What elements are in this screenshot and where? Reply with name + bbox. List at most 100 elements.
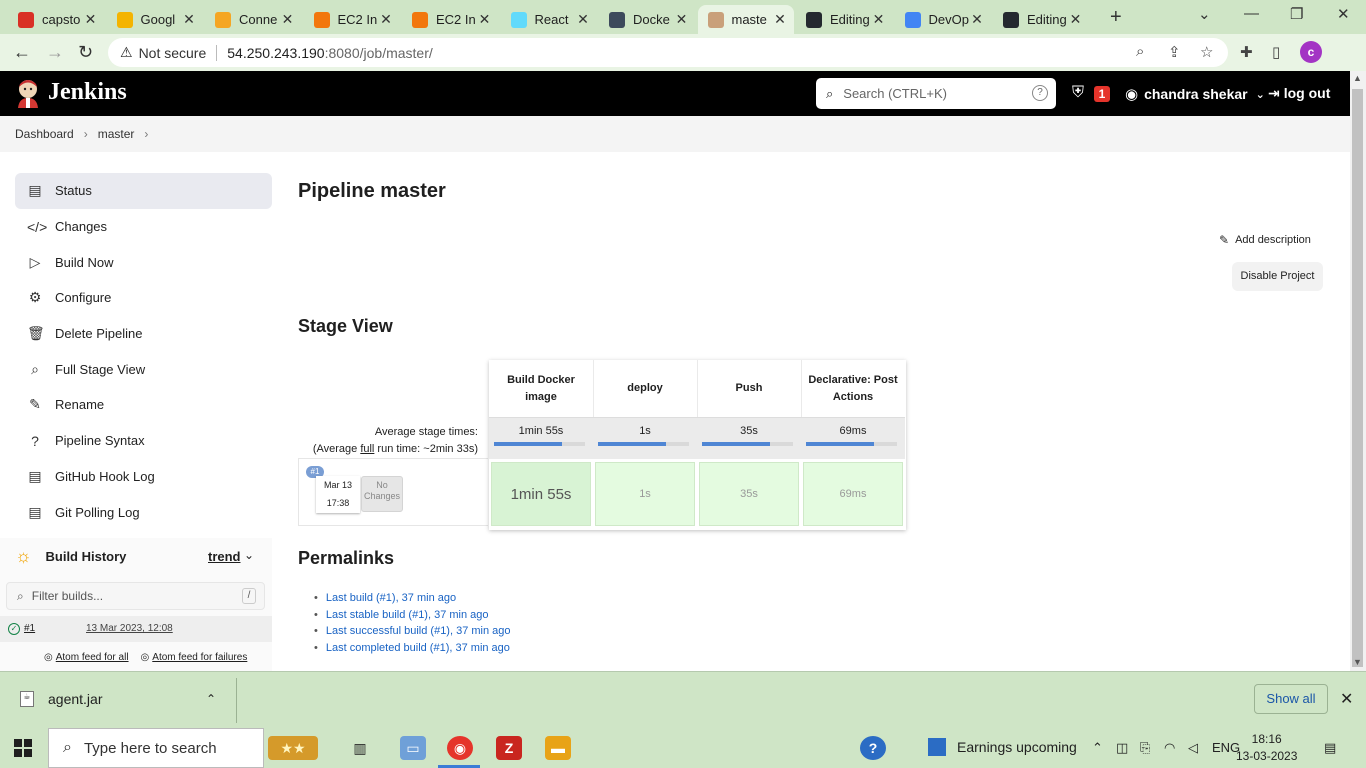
tab-close-icon[interactable]: ✕: [378, 11, 394, 28]
restore-button[interactable]: ❐: [1290, 5, 1303, 23]
network-icon[interactable]: ⎘: [1140, 740, 1150, 756]
permalink-last-completed-build[interactable]: Last completed build (#1), 37 min ago: [314, 642, 511, 659]
full-run-link[interactable]: full: [360, 443, 374, 455]
sidebar-item-changes[interactable]: </> Changes: [15, 209, 272, 245]
tab-close-icon[interactable]: ✕: [280, 11, 296, 28]
search-help-icon[interactable]: ?: [1032, 85, 1048, 101]
jenkins-brand[interactable]: Jenkins: [48, 79, 127, 106]
browser-tab[interactable]: EC2 In ✕: [304, 5, 401, 34]
disable-project-button[interactable]: Disable Project: [1232, 262, 1323, 291]
sidebar-item-git-polling-log[interactable]: ▤ Git Polling Log: [15, 494, 272, 530]
zoom-icon[interactable]: ⌕: [1136, 43, 1144, 60]
sidebar-item-delete-pipeline[interactable]: 🗑 Delete Pipeline: [15, 316, 272, 352]
jenkins-search-input[interactable]: ⌕ Search (CTRL+K) ?: [816, 78, 1056, 109]
extensions-icon[interactable]: ✚: [1240, 43, 1253, 61]
profile-avatar[interactable]: c: [1300, 41, 1322, 63]
stage-cell[interactable]: 69ms: [803, 462, 903, 526]
chevron-right-icon[interactable]: ›: [144, 127, 148, 141]
build-date-link[interactable]: 13 Mar 2023, 12:08: [86, 623, 173, 634]
jenkins-logo-icon[interactable]: [14, 78, 42, 108]
sidebar-item-github-hook-log[interactable]: ▤ GitHub Hook Log: [15, 459, 272, 495]
breadcrumb-dashboard[interactable]: Dashboard: [15, 127, 74, 141]
filter-builds-input[interactable]: ⌕ Filter builds... /: [6, 582, 265, 610]
sidebar-item-rename[interactable]: ✎ Rename: [15, 387, 272, 423]
atom-feed-all-link[interactable]: ◎ Atom feed for all: [44, 652, 129, 663]
browser-tab[interactable]: capsto ✕: [8, 5, 105, 34]
tab-close-icon[interactable]: ✕: [1068, 11, 1084, 28]
tab-close-icon[interactable]: ✕: [181, 11, 197, 28]
breadcrumb-master[interactable]: master: [98, 127, 135, 141]
meet-now-icon[interactable]: ◫: [1116, 740, 1128, 756]
atom-feed-failures-link[interactable]: ◎ Atom feed for failures: [141, 652, 248, 663]
browser-tab[interactable]: Editing ✕: [796, 5, 893, 34]
chrome-app-icon[interactable]: ◉: [447, 736, 473, 760]
url-bar[interactable]: ⚠ Not secure 54.250.243.190:8080/job/mas…: [108, 38, 1228, 67]
forward-icon[interactable]: →: [46, 42, 64, 63]
browser-tab[interactable]: Googl ✕: [107, 5, 204, 34]
browser-tab[interactable]: Conne ✕: [205, 5, 302, 34]
user-menu[interactable]: ◉ chandra shekar ⌄: [1125, 85, 1265, 103]
build-number-link[interactable]: #1: [24, 623, 35, 634]
security-count-badge[interactable]: 1: [1094, 86, 1110, 102]
trend-link[interactable]: trend: [208, 549, 241, 564]
sidebar-item-full-stage-view[interactable]: ⌕ Full Stage View: [15, 351, 272, 387]
windows-start-icon[interactable]: [14, 739, 32, 757]
run-date-card[interactable]: Mar 13 17:38: [316, 476, 360, 513]
close-window-button[interactable]: ✕: [1337, 5, 1350, 23]
show-all-button[interactable]: Show all: [1254, 684, 1328, 714]
back-icon[interactable]: ←: [13, 42, 31, 63]
add-description-link[interactable]: ✎ Add description: [1219, 233, 1311, 247]
wifi-icon[interactable]: ◠: [1164, 740, 1175, 756]
system-clock[interactable]: 18:16 13-03-2023: [1236, 731, 1297, 765]
chevron-up-icon[interactable]: ⌃: [206, 692, 216, 706]
reload-icon[interactable]: ↻: [78, 42, 93, 63]
filezilla-app-icon[interactable]: Z: [496, 736, 522, 760]
tab-close-icon[interactable]: ✕: [772, 11, 788, 28]
bookmark-star-icon[interactable]: ☆: [1200, 43, 1213, 61]
browser-tab[interactable]: DevOp ✕: [895, 5, 992, 34]
build-row[interactable]: ✓ #1 13 Mar 2023, 12:08: [0, 616, 272, 642]
tab-close-icon[interactable]: ✕: [575, 11, 591, 28]
tab-close-icon[interactable]: ✕: [871, 11, 887, 28]
tab-close-icon[interactable]: ✕: [674, 11, 690, 28]
browser-tab[interactable]: React ✕: [501, 5, 598, 34]
sidebar-item-pipeline-syntax[interactable]: ? Pipeline Syntax: [15, 423, 272, 459]
news-widget[interactable]: Earnings upcoming: [928, 738, 1077, 756]
sidebar-item-configure[interactable]: ⚙ Configure: [15, 280, 272, 316]
notifications-icon[interactable]: ▤: [1324, 740, 1336, 756]
download-item[interactable]: ☕ agent.jar: [20, 691, 102, 707]
browser-tab[interactable]: EC2 In ✕: [402, 5, 499, 34]
tab-close-icon[interactable]: ✕: [969, 11, 985, 28]
side-panel-icon[interactable]: ▯: [1272, 43, 1280, 61]
tab-search-icon[interactable]: ⌄: [1198, 5, 1211, 23]
browser-tab[interactable]: maste ✕: [697, 5, 794, 34]
stage-cell[interactable]: 35s: [699, 462, 799, 526]
help-app-icon[interactable]: ?: [860, 736, 886, 760]
minimize-button[interactable]: —: [1244, 5, 1259, 22]
close-icon[interactable]: ✕: [1340, 689, 1353, 709]
tab-close-icon[interactable]: ✕: [477, 11, 493, 28]
chevron-down-icon[interactable]: ⌄: [244, 548, 254, 562]
scrollbar-thumb[interactable]: [1352, 89, 1363, 667]
volume-icon[interactable]: ◁: [1188, 740, 1198, 756]
permalink-last-build[interactable]: Last build (#1), 37 min ago: [314, 592, 511, 609]
logout-link[interactable]: ⇥ log out: [1268, 85, 1330, 102]
share-icon[interactable]: ⇪: [1168, 43, 1181, 61]
tab-close-icon[interactable]: ✕: [83, 11, 99, 28]
stage-cell[interactable]: 1min 55s: [491, 462, 591, 526]
page-scrollbar[interactable]: ▲ ▼: [1350, 71, 1366, 671]
folder-app-icon[interactable]: ▬: [545, 736, 571, 760]
permalink-last-stable-build[interactable]: Last stable build (#1), 37 min ago: [314, 609, 511, 626]
scroll-up-icon[interactable]: ▲: [1353, 73, 1362, 83]
task-view-icon[interactable]: ▥: [347, 736, 373, 760]
browser-tab[interactable]: Docke ✕: [599, 5, 696, 34]
permalink-last-successful-build[interactable]: Last successful build (#1), 37 min ago: [314, 625, 511, 642]
taskbar-search-input[interactable]: ⌕ Type here to search: [48, 728, 264, 768]
new-tab-button[interactable]: +: [1110, 6, 1122, 29]
stage-cell[interactable]: 1s: [595, 462, 695, 526]
widgets-star-icon[interactable]: ★★: [268, 736, 318, 760]
tray-chevron-up-icon[interactable]: ⌃: [1092, 740, 1103, 756]
sidebar-item-status[interactable]: ▤ Status: [15, 173, 272, 209]
security-shield-icon[interactable]: ⛨: [1072, 84, 1084, 102]
scroll-down-icon[interactable]: ▼: [1353, 657, 1362, 667]
